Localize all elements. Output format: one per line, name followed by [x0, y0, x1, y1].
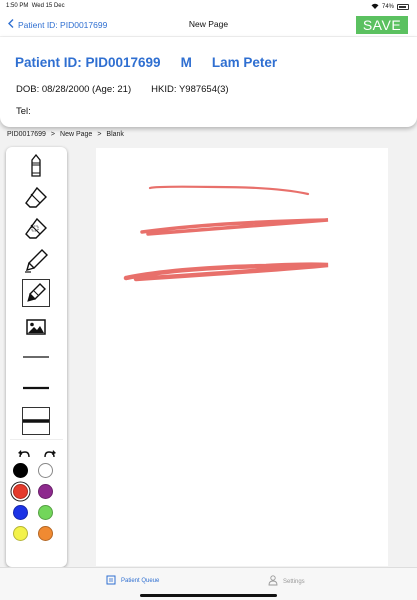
breadcrumb-separator: >	[97, 131, 102, 138]
status-bar: 1:50 PM Wed 15 Dec 74%	[0, 0, 417, 12]
color-swatch[interactable]	[38, 505, 53, 520]
wifi-icon	[371, 3, 379, 11]
save-button[interactable]: SAVE	[356, 16, 408, 34]
patient-queue-icon	[106, 575, 116, 587]
patient-sex: M	[180, 55, 192, 70]
redo-icon[interactable]	[43, 446, 56, 458]
color-swatch[interactable]	[38, 484, 53, 499]
battery-percent: 74%	[381, 4, 394, 10]
thick-line-icon[interactable]	[22, 407, 50, 435]
undo-icon[interactable]	[18, 446, 31, 458]
battery-icon	[397, 4, 409, 10]
color-swatch[interactable]	[38, 526, 53, 541]
area-eraser-icon[interactable]	[22, 214, 50, 242]
highlighter-stroke	[148, 185, 310, 196]
highlighter-stroke	[123, 262, 329, 282]
tab-settings-label: Settings	[283, 578, 305, 585]
color-swatch[interactable]	[13, 526, 28, 541]
breadcrumb-item[interactable]: PID0017699	[7, 131, 46, 138]
home-indicator[interactable]	[140, 594, 277, 597]
color-swatch[interactable]	[38, 463, 53, 478]
drawing-canvas[interactable]	[96, 148, 388, 566]
patient-hkid: HKID: Y987654(3)	[151, 84, 229, 95]
status-indicators: 74%	[371, 3, 409, 11]
status-date: Wed 15 Dec	[31, 3, 65, 9]
thin-line-icon[interactable]	[22, 343, 50, 371]
pencil-icon[interactable]	[22, 152, 50, 180]
patient-name: Lam Peter	[211, 55, 278, 70]
tab-patient-queue-label: Patient Queue	[121, 578, 160, 584]
breadcrumb-separator: >	[50, 131, 56, 138]
status-time-date: 1:50 PM Wed 15 Dec	[6, 3, 65, 9]
person-icon	[268, 575, 278, 588]
status-time: 1:50 PM	[6, 3, 29, 9]
canvas-strokes	[123, 185, 329, 282]
patient-id: Patient ID: PID0017699	[15, 55, 161, 70]
breadcrumb-item[interactable]: New Page	[60, 131, 92, 138]
tab-patient-queue[interactable]: Patient Queue	[106, 575, 159, 587]
highlighter-stroke	[140, 218, 329, 236]
undo-redo-group	[18, 446, 56, 458]
eraser-icon[interactable]	[22, 183, 50, 211]
tab-settings[interactable]: Settings	[268, 575, 305, 588]
patient-dob: DOB: 08/28/2000 (Age: 21)	[16, 84, 132, 95]
highlighter-icon[interactable]	[22, 279, 50, 307]
patient-details: DOB: 08/28/2000 (Age: 21) HKID: Y987654(…	[16, 84, 229, 95]
page-title: New Page	[188, 19, 229, 29]
patient-header: Patient ID: PID0017699 M Lam Peter	[15, 55, 277, 70]
marker-icon[interactable]	[22, 247, 50, 275]
color-swatch[interactable]	[13, 484, 28, 499]
medium-line-icon[interactable]	[22, 374, 50, 402]
color-swatch[interactable]	[13, 505, 28, 520]
toolbar-divider	[10, 439, 63, 440]
navigation-bar: Patient ID: PID0017699 New Page SAVE	[0, 12, 417, 36]
breadcrumb: PID0017699 > New Page > Blank	[7, 131, 124, 138]
breadcrumb-item: Blank	[106, 131, 124, 138]
drawing-toolbar	[6, 147, 67, 567]
image-icon[interactable]	[22, 313, 50, 341]
patient-info-card: Patient ID: PID0017699 M Lam Peter DOB: …	[0, 37, 417, 127]
color-swatch[interactable]	[13, 463, 28, 478]
patient-tel: Tel:	[16, 106, 31, 117]
